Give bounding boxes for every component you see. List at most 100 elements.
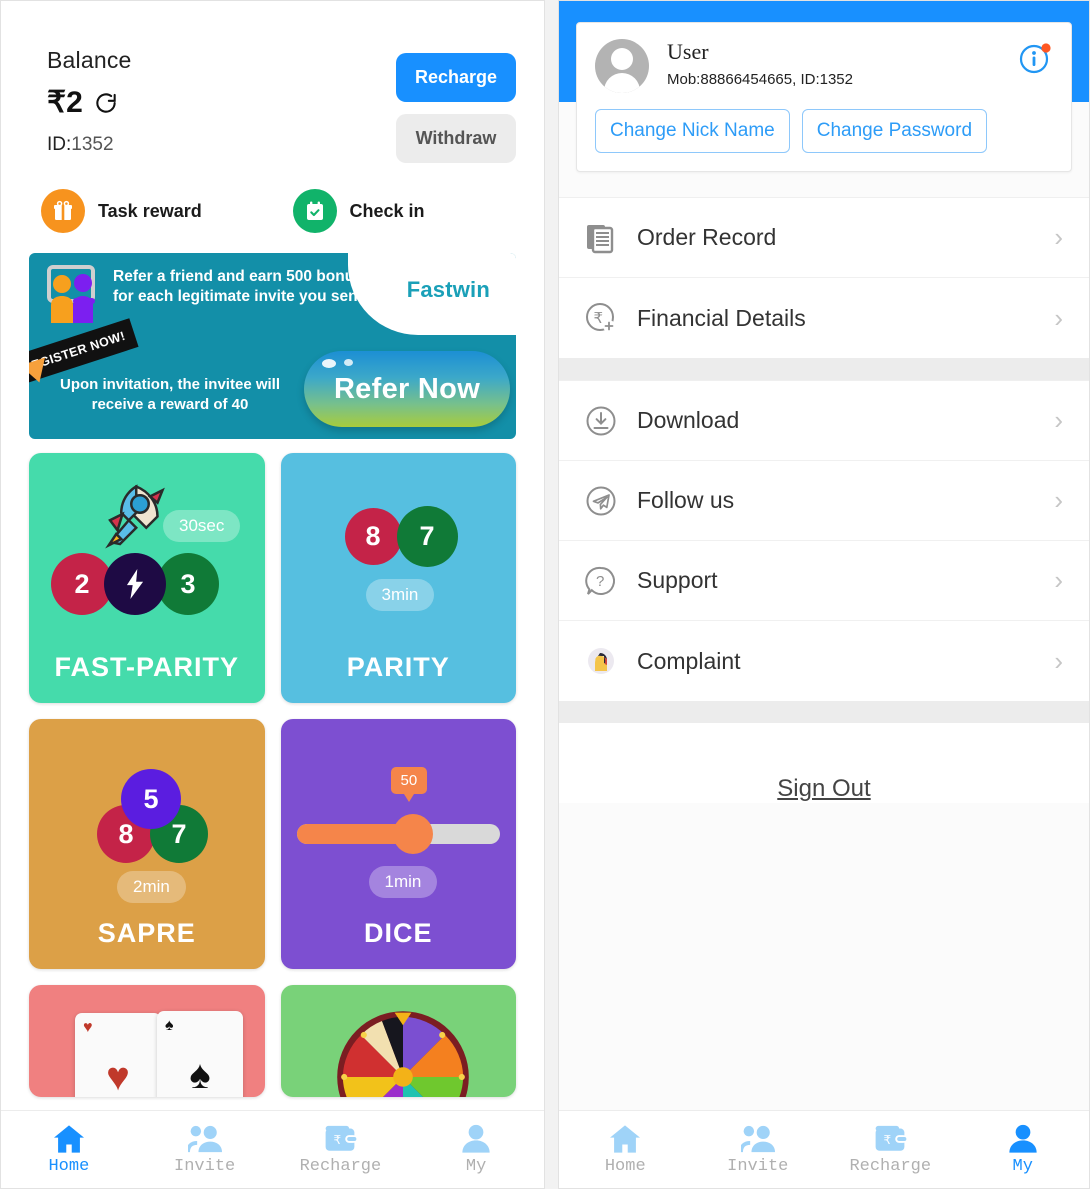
sign-out-section: Sign Out — [559, 723, 1089, 803]
invite-people-icon — [740, 1125, 775, 1152]
tab-recharge-label: Recharge — [299, 1156, 382, 1176]
game-card-parity[interactable]: 8 7 3min PARITY — [280, 453, 516, 703]
invite-people-icon — [187, 1125, 222, 1152]
profile-name: User — [667, 39, 709, 64]
refresh-icon[interactable] — [93, 90, 119, 116]
sign-out-link[interactable]: Sign Out — [777, 775, 870, 803]
game-card-sapre[interactable]: 8 7 5 2min SAPRE — [29, 719, 265, 969]
card-suit-heart-icon: ♥ — [106, 1055, 130, 1097]
menu-group-primary: Order Record › ₹ Financial Details › — [559, 197, 1089, 358]
banner-brand: Fastwin — [406, 277, 490, 302]
person-icon — [462, 1124, 490, 1153]
referral-banner[interactable]: Fastwin Refer a friend and earn 500 bonu… — [29, 253, 516, 439]
check-in-label: Check in — [349, 200, 425, 221]
game-title: FAST-PARITY — [54, 652, 239, 682]
game-card-dice[interactable]: 50 1min DICE — [280, 719, 516, 969]
game-card-fast-parity[interactable]: 30sec 2 3 FAST-PARITY — [29, 453, 265, 703]
chevron-right-icon: › — [1054, 485, 1063, 515]
menu-item-label: Follow us — [637, 487, 735, 513]
tab-home-label: Home — [48, 1156, 90, 1176]
refer-people-icon — [43, 265, 103, 332]
documents-icon — [581, 218, 621, 258]
calendar-check-icon — [292, 189, 337, 233]
game-ball: 3 — [157, 553, 219, 615]
tab-home[interactable]: Home — [1, 1124, 137, 1176]
menu-item-complaint[interactable]: Complaint › — [559, 621, 1089, 701]
chevron-right-icon: › — [1054, 302, 1063, 333]
slider-knob[interactable] — [392, 814, 433, 854]
my-account-screen: User Mob:88866454665, ID:1352 Change Nic… — [558, 0, 1090, 1189]
refer-now-button[interactable]: Refer Now — [304, 351, 510, 427]
menu-item-label: Financial Details — [637, 304, 806, 331]
card-corner-heart-icon: ♥ — [83, 1019, 93, 1036]
balance-title: Balance — [47, 47, 132, 73]
banner-headline: Refer a friend and earn 500 bonus for ea… — [113, 268, 372, 306]
svg-text:₹: ₹ — [334, 1134, 342, 1147]
withdraw-button[interactable]: Withdraw — [396, 114, 516, 163]
download-circle-icon — [581, 401, 621, 441]
menu-item-follow-us[interactable]: Follow us › — [559, 461, 1089, 541]
profile-contact: Mob:88866454665, ID:1352 — [667, 71, 853, 88]
menu-item-order-record[interactable]: Order Record › — [559, 198, 1089, 278]
avatar-icon — [595, 39, 649, 93]
profile-buttons: Change Nick Name Change Password — [595, 109, 1053, 153]
game-duration-badge: 3min — [365, 579, 435, 611]
wallet-rupee-icon: ₹ — [325, 1125, 358, 1151]
menu-item-label: Download — [637, 407, 740, 433]
menu-item-download[interactable]: Download › — [559, 381, 1089, 461]
home-screen: Balance ₹2 ID:1352 Recharge Withdraw Tas… — [0, 0, 545, 1189]
svg-text:₹: ₹ — [594, 310, 604, 327]
balance-actions: Recharge Withdraw — [396, 47, 516, 163]
tab-home[interactable]: Home — [559, 1124, 692, 1176]
menu-item-financial-details[interactable]: ₹ Financial Details › — [559, 278, 1089, 358]
balance-amount-row: ₹2 — [47, 85, 396, 120]
chevron-right-icon: › — [1054, 565, 1063, 595]
avatar-head — [611, 48, 633, 70]
slider-value-bubble: 50 — [390, 767, 428, 802]
wallet-rupee-icon: ₹ — [875, 1125, 908, 1151]
tab-recharge[interactable]: ₹ Recharge — [824, 1124, 957, 1176]
tab-recharge[interactable]: ₹ Recharge — [273, 1124, 409, 1176]
change-password-button[interactable]: Change Password — [801, 109, 988, 153]
chevron-right-icon: › — [1054, 405, 1063, 435]
card-suit-spade-icon: ♠ — [189, 1053, 211, 1097]
game-title: PARITY — [346, 652, 450, 682]
recharge-button[interactable]: Recharge — [396, 53, 516, 102]
home-icon — [610, 1124, 641, 1153]
fortune-wheel-icon — [333, 1007, 473, 1097]
task-reward-label: Task reward — [98, 200, 202, 221]
profile-card: User Mob:88866454665, ID:1352 Change Nic… — [576, 22, 1072, 172]
person-complaint-icon — [581, 641, 621, 681]
user-id-label: ID: — [47, 134, 72, 155]
menu-item-support[interactable]: ? Support › — [559, 541, 1089, 621]
chevron-right-icon: › — [1054, 222, 1063, 252]
rupee-circle-plus-icon: ₹ — [581, 298, 621, 338]
playing-card-hearts: ♥ ♥ — [75, 1013, 161, 1097]
bottom-tabbar-account: Home Invite ₹ Recharge My — [559, 1110, 1089, 1188]
balance-info: Balance ₹2 ID:1352 — [47, 47, 396, 163]
tab-my-label: My — [1012, 1156, 1033, 1176]
tab-invite[interactable]: Invite — [137, 1124, 273, 1176]
telegram-circle-icon — [581, 481, 621, 521]
tab-invite[interactable]: Invite — [692, 1124, 825, 1176]
game-card-cards[interactable]: ♥ ♥ ♠ ♠ — [29, 985, 265, 1097]
account-scroll-area: User Mob:88866454665, ID:1352 Change Nic… — [559, 1, 1089, 1110]
dual-screen-container: Balance ₹2 ID:1352 Recharge Withdraw Tas… — [0, 0, 1090, 1189]
change-nick-name-button[interactable]: Change Nick Name — [595, 109, 790, 153]
tab-home-label: Home — [604, 1156, 646, 1176]
game-card-wheel[interactable] — [280, 985, 516, 1097]
playing-card-spades: ♠ ♠ — [157, 1011, 243, 1097]
game-duration-badge: 30sec — [163, 510, 241, 542]
question-chat-icon: ? — [581, 561, 621, 601]
check-in-action[interactable]: Check in — [292, 189, 545, 233]
tab-my[interactable]: My — [408, 1124, 544, 1176]
game-duration-badge: 1min — [368, 866, 438, 898]
info-icon[interactable] — [1019, 41, 1053, 75]
menu-item-label: Order Record — [637, 224, 777, 250]
person-icon — [1009, 1124, 1037, 1153]
task-reward-action[interactable]: Task reward — [41, 189, 293, 233]
user-id-value: 1352 — [71, 134, 114, 155]
tab-my[interactable]: My — [957, 1124, 1090, 1176]
game-duration-badge: 2min — [117, 871, 186, 903]
tab-recharge-label: Recharge — [849, 1156, 932, 1176]
